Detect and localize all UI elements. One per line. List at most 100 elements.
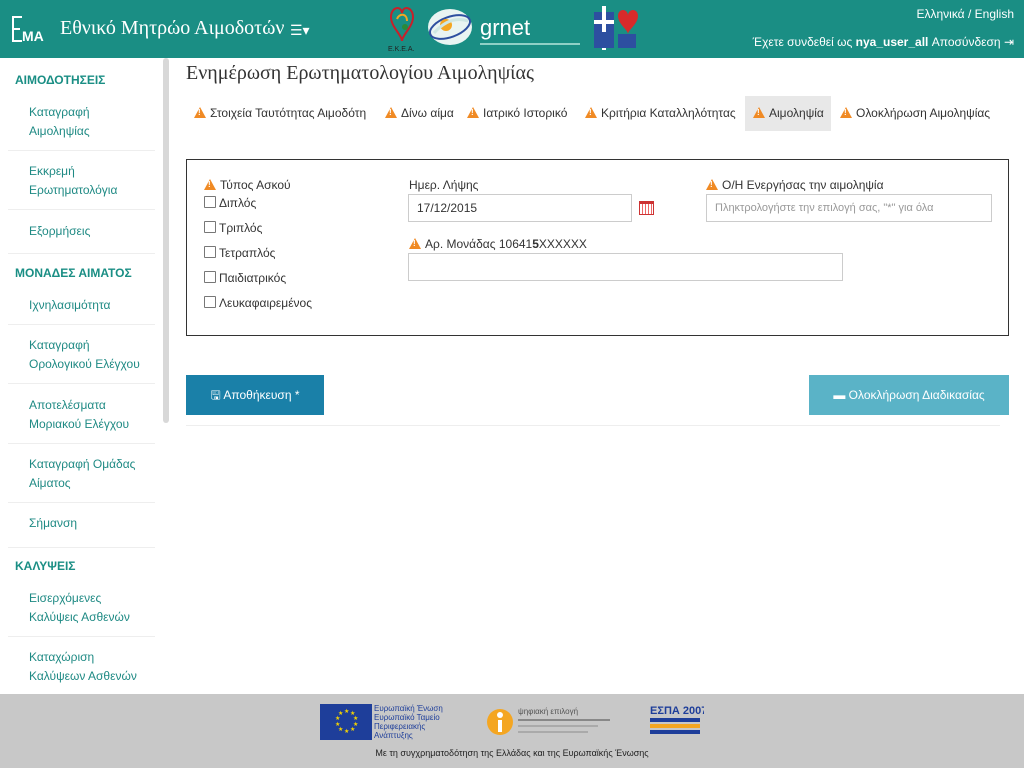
operator-autocomplete-input[interactable]: Πληκτρολογήστε την επιλογή σας, "*" για … [706,194,992,222]
tab-label[interactable]: Ολοκλήρωση Αιμοληψίας [856,106,990,120]
ekea-logo-text: Ε.Κ.Ε.Α. [388,46,415,53]
operator-label: Ο/Η Ενεργήσας την αιμοληψία [706,178,884,192]
sidebar-divider [8,324,155,325]
bag-type-leukoreduced-label: Λευκαφαιρεμένος [219,296,312,310]
sidebar-item-labeling[interactable]: Σήμανση [29,514,147,533]
user-status: Έχετε συνδεθεί ως nya_user_all Αποσύνδεσ… [753,35,1014,49]
sidebar-item-blood-group-record[interactable]: Καταγραφή Ομάδας Αίματος [29,455,147,493]
sidebar-item-register-patient-coverage[interactable]: Καταχώριση Καλύψεων Ασθενών [29,648,147,686]
sidebar-scrollbar[interactable] [163,58,169,423]
sidebar-item-molecular-results[interactable]: Αποτελέσματα Μοριακού Ελέγχου [29,396,147,434]
espa-logo: ΕΣΠΑ 2007-2013 [646,702,736,738]
archive-icon[interactable]: ▬ [833,388,845,402]
bag-type-double-label: Διπλός [219,196,257,210]
hamburger-dropdown-icon[interactable]: ☰▾ [290,22,310,39]
calendar-icon[interactable] [639,201,654,215]
warning-icon [385,107,397,118]
collection-form: Τύπος Ασκού Διπλός Τριπλός Τετραπλός Παι… [186,159,1009,336]
operator-label-text: Ο/Η Ενεργήσας την αιμοληψία [722,178,884,192]
sidebar-item-incoming-patient-coverage[interactable]: Εισερχόμενες Καλύψεις Ασθενών [29,589,147,627]
sidebar-divider [8,443,155,444]
save-icon[interactable]: 🖫 [210,388,220,402]
username: nya_user_all [855,35,929,49]
app-title[interactable]: Εθνικό Μητρώο Αιμοδοτών [60,17,284,40]
ministry-health-logo [592,4,640,52]
save-button[interactable]: 🖫 Αποθήκευση * [186,375,324,415]
bag-type-pediatric-checkbox[interactable] [204,271,216,283]
warning-icon [840,107,852,118]
sidebar-section-donations: ΑΙΜΟΔΟΤΗΣΕΙΣ [15,73,106,87]
sidebar-divider [8,502,155,503]
logged-in-prefix: Έχετε συνδεθεί ως [752,35,856,49]
sidebar-item-serology-record[interactable]: Καταγραφή Ορολογικού Ελέγχου [29,336,147,374]
warning-icon [753,107,765,118]
bag-type-triple-label: Τριπλός [219,221,263,235]
bag-type-leukoreduced-checkbox[interactable] [204,296,216,308]
tab-label[interactable]: Στοιχεία Ταυτότητας Αιμοδότη [210,106,366,120]
tab-label[interactable]: Ιατρικό Ιστορικό [483,106,567,120]
warning-icon [585,107,597,118]
dg-logo-text: ψηφιακή επιλογή [518,707,578,716]
sidebar-section-blood-units: ΜΟΝΑΔΕΣ ΑΙΜΑΤΟΣ [15,266,132,280]
warning-icon [467,107,479,118]
tab-label[interactable]: Δίνω αίμα [401,106,454,120]
logout-label[interactable]: Αποσύνδεση [932,35,1001,49]
sidebar: ΑΙΜΟΔΟΤΗΣΕΙΣ Καταγραφή Αιμοληψίας Εκκρεμ… [0,58,172,694]
unit-number-label-prefix: Αρ. Μονάδας 10641 [425,237,533,251]
sidebar-item-traceability[interactable]: Ιχνηλασιμότητα [29,296,147,315]
warning-icon [706,179,718,190]
bag-type-label-text: Τύπος Ασκού [220,178,291,192]
bag-type-quadruple-label: Τετραπλός [219,246,276,260]
sidebar-section-coverage: ΚΑΛΥΨΕΙΣ [15,559,76,573]
ekea-logo: Ε.Κ.Ε.Α. [383,3,421,55]
collection-date-input[interactable]: 17/12/2015 [408,194,632,222]
sidebar-item-drives[interactable]: Εξορμήσεις [29,222,147,241]
divider [186,425,1000,426]
bag-type-triple-checkbox[interactable] [204,221,216,233]
tab-blood-collection[interactable]: Αιμοληψία [745,96,831,131]
sidebar-divider [8,636,155,637]
svg-text:★: ★ [344,708,349,715]
language-english-link[interactable]: English [975,7,1014,21]
svg-text:★: ★ [344,728,349,735]
tab-label[interactable]: Κριτήρια Καταλληλότητας [601,106,736,120]
eu-flag-logo: ★ ★ ★ ★ ★ ★ ★ ★ ★ ★ [320,704,372,740]
bag-type-pediatric-label: Παιδιατρικός [219,271,287,285]
bag-type-label: Τύπος Ασκού [204,178,291,192]
svg-text:MA: MA [22,28,44,44]
logout-link[interactable]: Αποσύνδεση ⇥ [932,35,1014,49]
unit-number-label: Αρ. Μονάδας 106415XXXXXX [409,237,587,251]
sidebar-divider [8,253,155,254]
complete-process-button[interactable]: ▬ Ολοκλήρωση Διαδικασίας [809,375,1009,415]
language-switcher: Ελληνικά / English [916,7,1014,21]
top-header: MA Εθνικό Μητρώο Αιμοδοτών ☰▾ Ε.Κ.Ε.Α. g… [0,0,1024,58]
language-separator: / [964,7,975,21]
save-button-label[interactable]: Αποθήκευση * [223,388,299,402]
unit-number-label-suffix: XXXXXX [538,237,587,251]
bag-type-double-checkbox[interactable] [204,196,216,208]
tab-medical-history[interactable]: Ιατρικό Ιστορικό [461,96,574,131]
warning-icon [409,238,421,249]
svg-text:★: ★ [338,710,343,717]
collection-date-label: Ημερ. Λήψης [409,178,479,192]
language-greek-link[interactable]: Ελληνικά [916,7,964,21]
funding-notice: Με τη συγχρηματοδότηση της Ελλάδας και τ… [375,748,649,758]
sidebar-item-pending-questionnaires[interactable]: Εκκρεμή Ερωτηματολόγια [29,162,147,200]
grnet-logo: grnet [424,3,584,55]
brand-logo[interactable]: MA [11,14,47,46]
sidebar-divider [8,150,155,151]
bag-type-quadruple-checkbox[interactable] [204,246,216,258]
sidebar-divider [8,547,155,548]
footer: ★ ★ ★ ★ ★ ★ ★ ★ ★ ★ Ευρωπαϊκή Ένωση Ευρωπαϊκό Τ… [0,694,1024,768]
unit-number-input[interactable] [408,253,843,281]
page-title: Ενημέρωση Ερωτηματολογίου Αιμοληψίας [186,62,534,84]
tab-collection-completion[interactable]: Ολοκλήρωση Αιμοληψίας [834,96,996,131]
tab-donor-identity[interactable]: Στοιχεία Ταυτότητας Αιμοδότη [186,96,376,131]
sidebar-divider [8,209,155,210]
logout-icon[interactable]: ⇥ [1004,35,1014,49]
tab-label[interactable]: Αιμοληψία [769,106,824,120]
tab-give-blood[interactable]: Δίνω αίμα [379,96,457,131]
complete-button-label[interactable]: Ολοκλήρωση Διαδικασίας [849,388,985,402]
tab-eligibility-criteria[interactable]: Κριτήρια Καταλληλότητας [579,96,743,131]
sidebar-item-blood-collection-record[interactable]: Καταγραφή Αιμοληψίας [29,103,147,141]
